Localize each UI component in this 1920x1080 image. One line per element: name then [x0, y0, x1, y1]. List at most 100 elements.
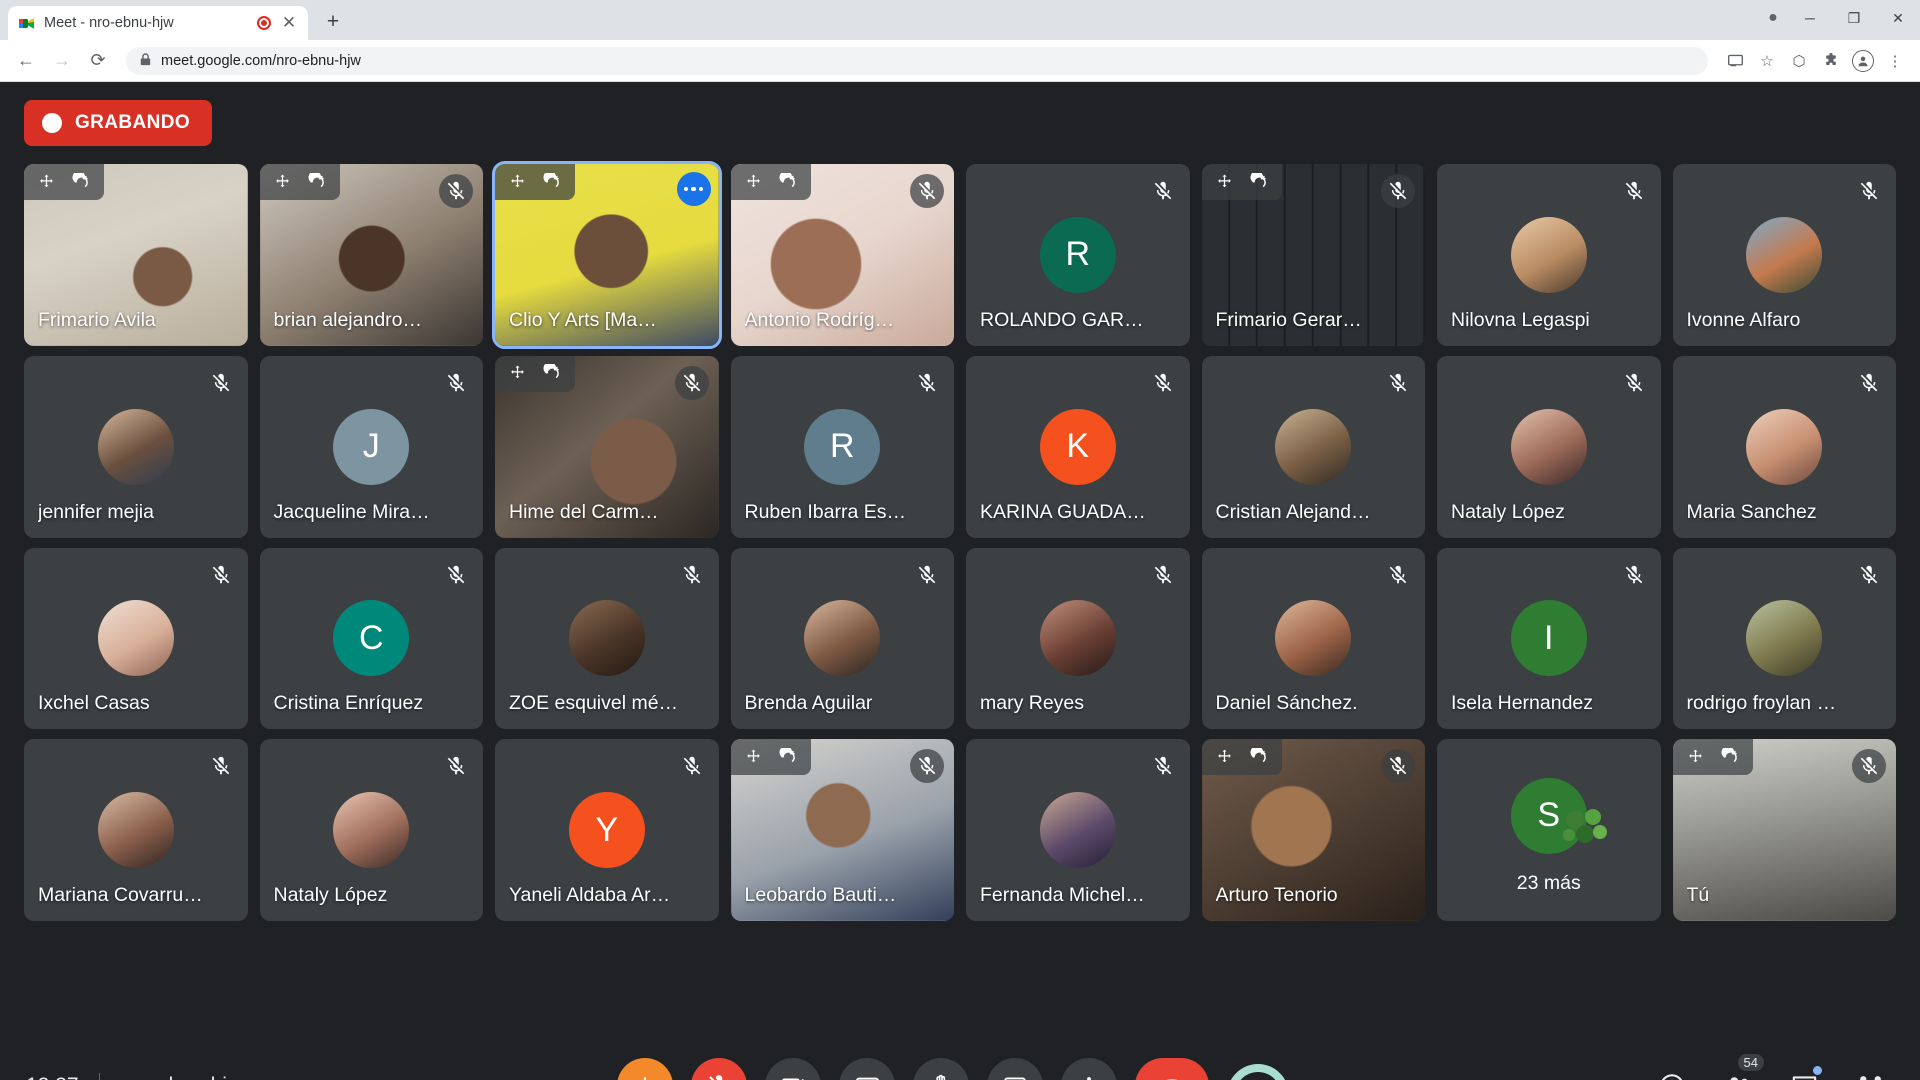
- participant-tile[interactable]: Clio Y Arts [Ma…: [492, 161, 722, 349]
- participant-tile[interactable]: Maria Sanchez: [1672, 355, 1896, 538]
- back-button[interactable]: ←: [10, 45, 42, 77]
- tab-close-icon[interactable]: ✕: [280, 13, 298, 33]
- rotate-tile-icon[interactable]: [1720, 747, 1740, 767]
- activities-button[interactable]: [1846, 1062, 1894, 1080]
- participant-tile[interactable]: Hime del Carm…: [495, 355, 719, 538]
- move-tile-icon[interactable]: [1215, 173, 1234, 192]
- participant-tile[interactable]: Arturo Tenorio: [1201, 739, 1425, 921]
- move-tile-icon[interactable]: [744, 748, 763, 767]
- participant-avatar: [97, 792, 174, 869]
- rotate-tile-icon[interactable]: [778, 172, 798, 192]
- participant-name: Tú: [1686, 884, 1710, 906]
- cast-icon[interactable]: [1720, 46, 1750, 76]
- present-button[interactable]: [987, 1058, 1043, 1080]
- participant-tile[interactable]: Frimario Gerar…: [1201, 164, 1425, 346]
- participant-tile[interactable]: I Isela Hernandez: [1437, 547, 1661, 730]
- rotate-tile-icon[interactable]: [72, 172, 91, 192]
- participants-button[interactable]: 54: [1714, 1054, 1764, 1080]
- participant-tile[interactable]: jennifer mejia: [24, 355, 248, 538]
- participant-tile[interactable]: Fernanda Michel…: [966, 739, 1190, 921]
- move-tile-icon[interactable]: [508, 364, 527, 383]
- participant-tile[interactable]: Nataly López: [259, 739, 483, 921]
- participant-avatar-initial: Y: [568, 792, 645, 869]
- rotate-tile-icon[interactable]: [1249, 747, 1269, 767]
- participant-tile[interactable]: Tú: [1672, 739, 1896, 921]
- new-tab-button[interactable]: +: [316, 5, 350, 39]
- participant-name: Nataly López: [1451, 500, 1565, 523]
- window-close-button[interactable]: ✕: [1876, 1, 1920, 35]
- profile-avatar-icon[interactable]: [1848, 46, 1878, 76]
- move-tile-icon[interactable]: [1686, 748, 1705, 767]
- move-tile-icon[interactable]: [37, 173, 56, 192]
- package-icon[interactable]: ⬡: [1784, 46, 1814, 76]
- microphone-button[interactable]: [691, 1058, 747, 1080]
- browser-tab[interactable]: Meet - nro-ebnu-hjw ✕: [8, 6, 308, 40]
- rotate-tile-icon[interactable]: [543, 172, 562, 192]
- move-tile-icon[interactable]: [1215, 748, 1234, 767]
- participant-tile[interactable]: Ivonne Alfaro: [1672, 164, 1896, 346]
- participant-tile[interactable]: S 23 más: [1437, 739, 1661, 921]
- mic-muted-icon: [439, 174, 473, 208]
- move-tile-icon[interactable]: [273, 173, 292, 192]
- participant-name: KARINA GUADA…: [980, 500, 1146, 523]
- rotate-tile-icon[interactable]: [1249, 172, 1269, 192]
- tile-more-options-button[interactable]: [676, 172, 711, 206]
- rotate-tile-icon[interactable]: [778, 747, 798, 767]
- participant-tile[interactable]: Mariana Covarru…: [24, 739, 248, 921]
- meeting-time: 12:37: [26, 1074, 79, 1080]
- leave-call-button[interactable]: [1135, 1058, 1209, 1080]
- reload-button[interactable]: ⟳: [82, 45, 114, 77]
- participant-tile[interactable]: Leobardo Bauti…: [730, 739, 954, 921]
- chat-button[interactable]: [1780, 1062, 1828, 1080]
- participant-tile[interactable]: ZOE esquivel mé…: [495, 547, 719, 730]
- mic-muted-icon: [910, 366, 944, 400]
- participant-tile[interactable]: C Cristina Enríquez: [259, 547, 483, 730]
- browser-menu-icon[interactable]: ⋮: [1880, 46, 1910, 76]
- secondary-controls: 54: [1594, 1054, 1894, 1080]
- participant-tile[interactable]: J Jacqueline Mira…: [259, 355, 483, 538]
- participant-name: rodrigo froylan …: [1686, 692, 1837, 715]
- participant-tile[interactable]: Ixchel Casas: [24, 547, 248, 730]
- meeting-code: nro-ebnu-hjw: [120, 1074, 243, 1080]
- meeting-info: 12:37 nro-ebnu-hjw: [26, 1073, 326, 1080]
- window-minimize-button[interactable]: ─: [1788, 1, 1832, 35]
- more-options-button[interactable]: [1061, 1058, 1117, 1080]
- recording-dot-icon: [42, 113, 62, 133]
- participant-tile[interactable]: brian alejandro…: [259, 164, 483, 346]
- rotate-tile-icon[interactable]: [307, 172, 327, 192]
- captions-button[interactable]: [839, 1058, 895, 1080]
- participant-tile[interactable]: Nilovna Legaspi: [1437, 164, 1661, 346]
- tile-hover-toolbar: [24, 164, 104, 200]
- toolbar-icon-group: ☆ ⬡ ⋮: [1720, 46, 1910, 76]
- participant-name: Leobardo Bauti…: [744, 884, 897, 906]
- participant-tile[interactable]: K KARINA GUADA…: [966, 355, 1190, 538]
- extensions-puzzle-icon[interactable]: [1816, 46, 1846, 76]
- raise-hand-button[interactable]: [913, 1058, 969, 1080]
- forward-button[interactable]: →: [46, 45, 78, 77]
- window-extra-icon[interactable]: ●: [1758, 1, 1788, 35]
- mic-muted-icon: [910, 174, 944, 208]
- participant-tile[interactable]: mary Reyes: [966, 547, 1190, 730]
- participant-tile[interactable]: R ROLANDO GAR…: [966, 164, 1190, 346]
- address-bar[interactable]: meet.google.com/nro-ebnu-hjw: [126, 46, 1708, 75]
- participant-tile[interactable]: Nataly López: [1437, 355, 1661, 538]
- participant-tile[interactable]: Frimario Avila: [24, 164, 248, 346]
- participant-tile[interactable]: Antonio Rodríg…: [730, 164, 954, 346]
- captions-toggle[interactable]: [1214, 1051, 1303, 1080]
- participant-tile[interactable]: Cristian Alejand…: [1201, 355, 1425, 538]
- bookmark-star-icon[interactable]: ☆: [1752, 46, 1782, 76]
- move-tile-icon[interactable]: [744, 173, 763, 192]
- divider: [98, 1073, 100, 1080]
- participant-tile[interactable]: Brenda Aguilar: [730, 547, 954, 730]
- move-tile-icon[interactable]: [508, 173, 527, 192]
- participant-tile[interactable]: R Ruben Ibarra Es…: [730, 355, 954, 538]
- camera-button[interactable]: [765, 1058, 821, 1080]
- reactions-button[interactable]: [617, 1058, 673, 1080]
- participant-tile[interactable]: rodrigo froylan …: [1672, 547, 1896, 730]
- participant-tile[interactable]: Y Yaneli Aldaba Ar…: [495, 739, 719, 921]
- browser-tab-title: Meet - nro-ebnu-hjw: [44, 15, 174, 31]
- participant-tile[interactable]: Daniel Sánchez.: [1201, 547, 1425, 730]
- meeting-details-button[interactable]: [1648, 1062, 1696, 1080]
- window-maximize-button[interactable]: ❐: [1832, 1, 1876, 35]
- rotate-tile-icon[interactable]: [543, 364, 562, 383]
